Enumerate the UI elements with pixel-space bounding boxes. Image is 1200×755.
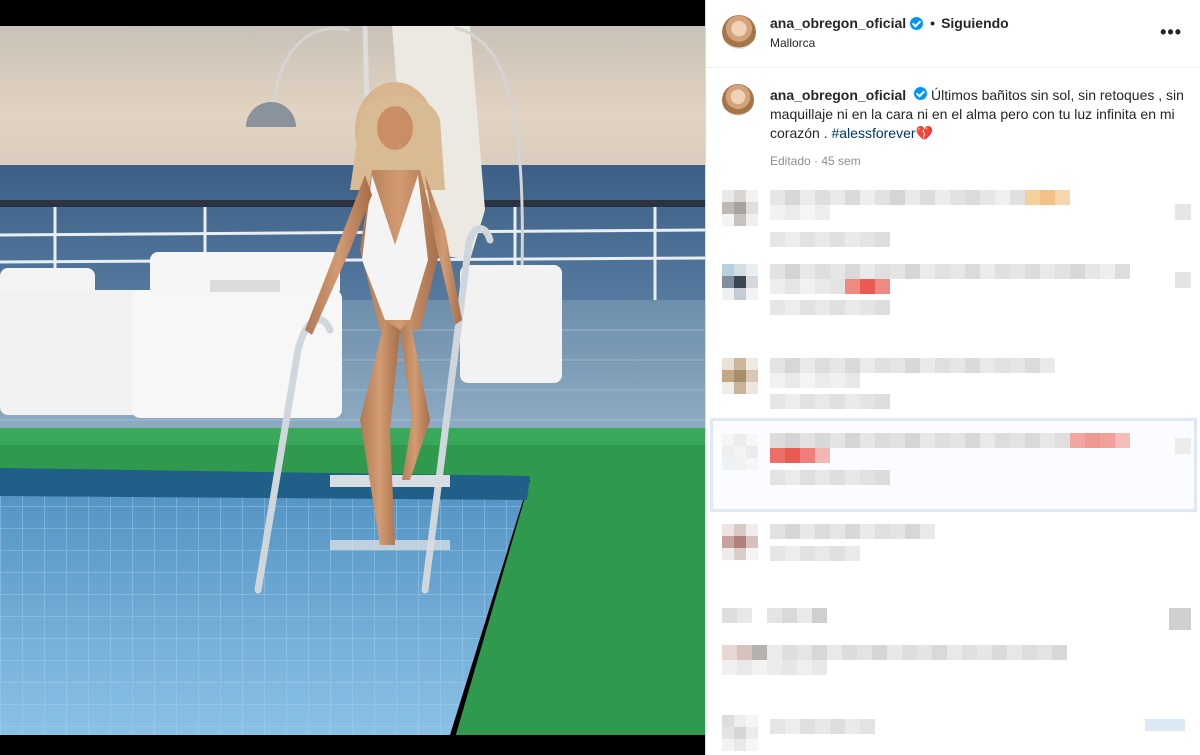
pixelated-comment-text xyxy=(722,608,827,623)
header-user-line: ana_obregon_oficial • Siguiendo xyxy=(770,15,1009,31)
pixelated-comment-meta xyxy=(770,546,860,561)
heart-icon[interactable] xyxy=(1175,272,1191,288)
instagram-post-view: ana_obregon_oficial • Siguiendo Mallorca… xyxy=(0,0,1200,755)
heart-icon[interactable] xyxy=(1175,438,1191,454)
post-photo[interactable] xyxy=(0,0,705,755)
heart-icon[interactable] xyxy=(1175,204,1191,220)
pixelated-comment-text xyxy=(770,524,935,539)
pixelated-comment-text xyxy=(770,264,1130,279)
avatar[interactable] xyxy=(722,15,756,49)
pixelated-comment-text xyxy=(770,358,1055,373)
post-header: ana_obregon_oficial • Siguiendo Mallorca… xyxy=(706,0,1200,68)
caption-avatar[interactable] xyxy=(722,84,754,116)
hashtag-link[interactable]: #alessforever xyxy=(831,125,915,141)
broken-heart-emoji: 💔 xyxy=(915,125,933,141)
pixelated-comment-text xyxy=(722,645,1067,660)
pixelated-avatar xyxy=(722,264,758,300)
pixelated-comment-meta xyxy=(770,232,890,247)
pixelated-comment-meta xyxy=(770,470,890,485)
pixelated-comment-meta xyxy=(770,394,890,409)
pixelated-comment-text xyxy=(770,448,830,463)
heart-icon[interactable] xyxy=(1169,608,1191,630)
location-link[interactable]: Mallorca xyxy=(770,36,815,50)
pixelated-avatar xyxy=(722,524,758,560)
verified-badge-icon xyxy=(914,87,928,100)
post-image xyxy=(0,0,705,755)
post-caption: ana_obregon_oficial Últimos bañitos sin … xyxy=(706,69,1200,179)
pixelated-avatar xyxy=(722,190,758,226)
caption-meta: Editado · 45 sem xyxy=(770,154,861,168)
pixelated-avatar xyxy=(722,358,758,394)
header-username[interactable]: ana_obregon_oficial xyxy=(770,15,906,31)
separator-dot: • xyxy=(930,15,936,31)
pixelated-comment-meta xyxy=(722,660,827,675)
comments-list xyxy=(706,180,1200,755)
following-button[interactable]: Siguiendo xyxy=(941,15,1009,31)
pixelated-comment-text xyxy=(770,205,830,220)
more-options-icon[interactable]: ••• xyxy=(1160,22,1182,43)
post-side-panel: ana_obregon_oficial • Siguiendo Mallorca… xyxy=(705,0,1200,755)
pixelated-comment-text xyxy=(770,719,875,734)
pixelated-comment-text xyxy=(770,190,1070,205)
pixelated-comment-text xyxy=(770,373,860,388)
pixelated-avatar xyxy=(722,715,758,751)
pixelated-comment-meta xyxy=(770,300,890,315)
caption-text: ana_obregon_oficial Últimos bañitos sin … xyxy=(770,86,1190,143)
pixelated-comment-text xyxy=(770,279,890,294)
caption-username[interactable]: ana_obregon_oficial xyxy=(770,87,906,103)
heart-icon[interactable] xyxy=(1145,719,1185,731)
pixelated-comment-text xyxy=(770,433,1130,448)
pixelated-avatar xyxy=(722,434,758,470)
verified-badge-icon xyxy=(910,16,924,30)
